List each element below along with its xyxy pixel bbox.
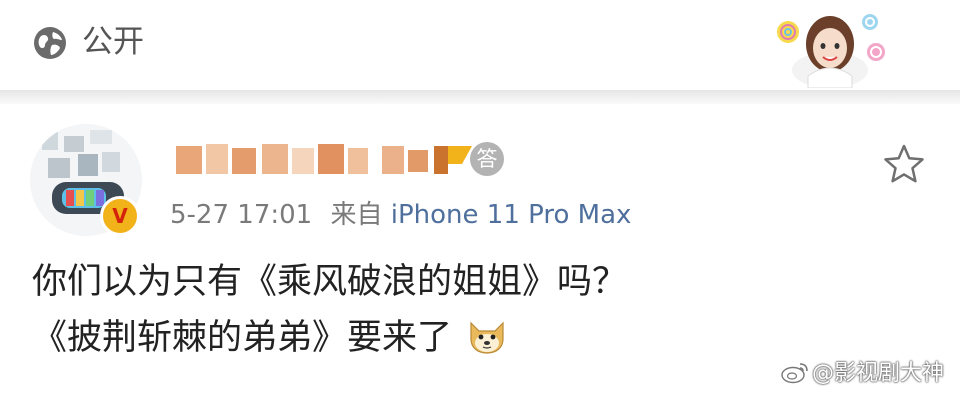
watermark: @影视剧大神 <box>780 355 944 387</box>
answer-badge-icon: 答 <box>470 142 504 176</box>
post-time: 17:01 <box>237 200 313 230</box>
post-text-line-2: 《披荆斩棘的弟弟》要来了 <box>32 318 453 358</box>
username-pixelated[interactable] <box>176 142 476 178</box>
source-device-link[interactable]: iPhone 11 Pro Max <box>391 200 632 230</box>
globe-icon <box>34 27 66 59</box>
post-text-line-2-wrapper: 《披荆斩棘的弟弟》要来了 <box>32 310 627 366</box>
weibo-logo-icon <box>781 363 808 384</box>
post-meta: 5-27 17:01 来自 iPhone 11 Pro Max <box>170 198 631 232</box>
post-date: 5-27 <box>170 200 230 230</box>
star-icon[interactable] <box>882 142 926 186</box>
weibo-post-screen: 公开 V 答 5-27 17:01 来自 iPhone 11 Pro Max 你… <box>0 0 960 401</box>
visibility-bar: 公开 <box>0 0 960 92</box>
watermark-text: @影视剧大神 <box>811 361 944 386</box>
post-content: 你们以为只有《乘风破浪的姐姐》吗？ 《披荆斩棘的弟弟》要来了 <box>32 254 627 366</box>
section-divider <box>0 90 960 104</box>
doge-emoji-icon <box>470 321 504 354</box>
source-prefix: 来自 <box>330 200 383 230</box>
post-text-line-1: 你们以为只有《乘风破浪的姐姐》吗？ <box>32 262 628 302</box>
verified-badge-icon: V <box>100 196 140 236</box>
post-card: V 答 5-27 17:01 来自 iPhone 11 Pro Max 你们以为… <box>0 104 960 401</box>
cartoon-sticker-image <box>777 14 885 88</box>
visibility-label[interactable]: 公开 <box>82 22 144 62</box>
